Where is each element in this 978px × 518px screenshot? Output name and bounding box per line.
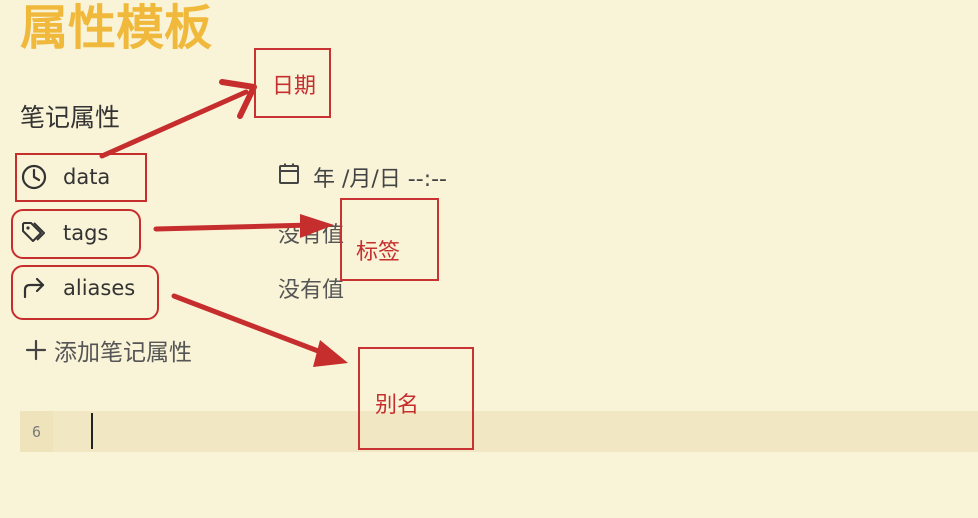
date-value: 年 /月/日 --:-- <box>313 167 447 192</box>
add-property-button[interactable]: 添加笔记属性 <box>24 334 192 366</box>
annotation-label-date: 日期 <box>272 74 317 99</box>
calendar-icon[interactable] <box>278 162 300 192</box>
annotation-label-tags: 标签 <box>356 240 401 265</box>
date-input[interactable]: 年 /月/日 --:-- <box>278 162 447 192</box>
tags-value[interactable]: 没有值 <box>278 219 344 248</box>
text-cursor <box>91 413 93 449</box>
page-title: 属性模板 <box>20 0 213 56</box>
line-number: 6 <box>20 411 53 452</box>
properties-heading: 笔记属性 <box>20 103 121 132</box>
editor-line[interactable]: 6 <box>20 411 978 452</box>
annotation-highlight-aliases <box>11 265 159 320</box>
property-row-tags: tags 没有值 <box>0 213 978 253</box>
aliases-value[interactable]: 没有值 <box>278 274 344 303</box>
annotation-highlight-tags <box>11 209 141 259</box>
plus-icon <box>24 335 54 365</box>
annotation-label-aliases: 别名 <box>375 393 420 418</box>
annotation-highlight-data <box>15 153 147 202</box>
add-property-label: 添加笔记属性 <box>54 340 192 366</box>
